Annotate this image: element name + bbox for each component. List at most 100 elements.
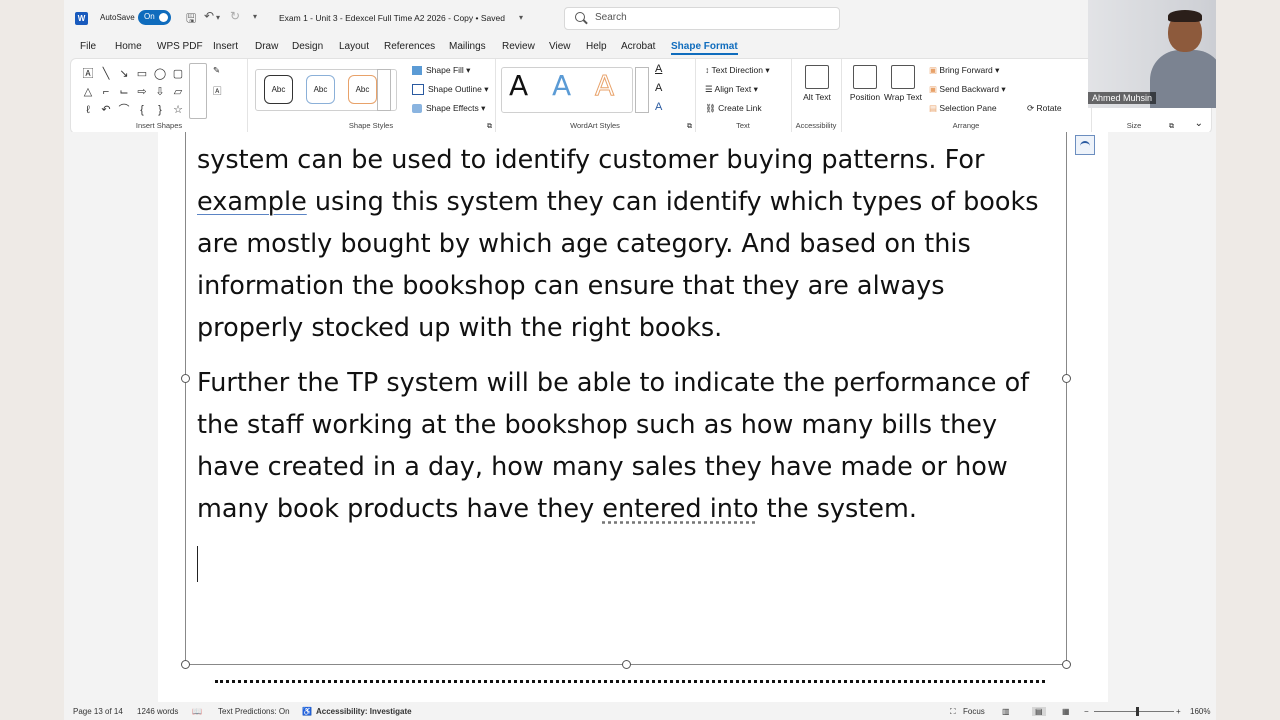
tab-view[interactable]: View [549,41,571,52]
zoom-level[interactable]: 160% [1190,707,1210,716]
line-shape-icon[interactable]: ╲ [97,65,115,83]
resize-handle-right[interactable] [1062,374,1071,383]
grammar-flag[interactable]: example [197,187,307,217]
shape-outline-button[interactable]: Shape Outline ▾ [412,84,489,96]
style-flag[interactable]: entered into [602,494,758,524]
undo-dropdown-icon[interactable]: ▾ [216,13,220,22]
tab-file[interactable]: File [80,41,96,52]
shape-gallery-more[interactable] [189,63,207,119]
text-effects-icon[interactable]: A [655,101,662,113]
rectangle-shape-icon[interactable]: ▭ [133,65,151,83]
left-brace-shape-icon[interactable]: { [133,101,151,119]
wordart-black[interactable]: A [509,69,528,102]
tab-acrobat[interactable]: Acrobat [621,41,655,52]
tab-insert[interactable]: Insert [213,41,238,52]
draw-text-box-icon[interactable]: 🄰 [213,85,222,97]
size-launcher-icon[interactable]: ⧉ [1169,123,1174,131]
tab-shape-format[interactable]: Shape Format [671,41,738,55]
wordart-orange[interactable]: A [594,69,614,103]
star-shape-icon[interactable]: ☆ [169,101,187,119]
down-arrow-shape-icon[interactable]: ⇩ [151,83,169,101]
shape-styles-gallery[interactable]: Abc Abc Abc [255,69,397,111]
print-layout-icon[interactable]: ▤ [1032,707,1046,716]
page-count[interactable]: Page 13 of 14 [73,707,123,716]
tab-references[interactable]: References [384,41,435,52]
read-mode-icon[interactable]: ▥ [1002,707,1010,716]
zoom-out-icon[interactable]: − [1084,707,1089,716]
rotate-button[interactable]: ⟳ Rotate [1027,103,1062,114]
tab-mailings[interactable]: Mailings [449,41,486,52]
text-outline-icon[interactable]: A [655,82,662,94]
paragraph-2[interactable]: Further the TP system will be able to in… [197,362,1057,530]
elbow-connector-shape-icon[interactable]: ⌐ [97,83,115,101]
text-fill-icon[interactable]: A [655,63,662,75]
zoom-slider-thumb[interactable] [1136,707,1139,716]
tab-help[interactable]: Help [586,41,607,52]
tab-draw[interactable]: Draw [255,41,278,52]
right-brace-shape-icon[interactable]: } [151,101,169,119]
alt-text-button[interactable]: Alt Text [797,65,837,102]
resize-handle-bottom-right[interactable] [1062,660,1071,669]
position-button[interactable]: Position [845,65,885,102]
triangle-shape-icon[interactable]: △ [79,83,97,101]
web-layout-icon[interactable]: ▦ [1062,707,1070,716]
tab-wps-pdf[interactable]: WPS PDF [157,41,203,52]
tab-home[interactable]: Home [115,41,142,52]
text-predictions[interactable]: Text Predictions: On [218,707,290,716]
proofing-icon[interactable]: 📖 [192,707,202,716]
focus-mode[interactable]: Focus [963,707,985,716]
wordart-blue[interactable]: A [552,69,571,102]
tab-layout[interactable]: Layout [339,41,369,52]
flowchart-shape-icon[interactable]: ▱ [169,83,187,101]
tab-review[interactable]: Review [502,41,535,52]
resize-handle-left[interactable] [181,374,190,383]
undo-icon[interactable]: ↶ [204,9,214,23]
rounded-rect-shape-icon[interactable]: ▢ [169,65,187,83]
resize-handle-bottom[interactable] [622,660,631,669]
text-direction-button[interactable]: ↕ Text Direction ▾ [705,65,770,76]
right-arrow-shape-icon[interactable]: ⇨ [133,83,151,101]
wordart-launcher-icon[interactable]: ⧉ [687,123,692,131]
shape-fill-button[interactable]: Shape Fill ▾ [412,65,470,76]
send-backward-button[interactable]: ▣ Send Backward ▾ [929,84,1006,95]
zoom-slider[interactable] [1094,711,1174,712]
save-icon[interactable]: 🖫 [186,9,196,30]
shape-styles-launcher-icon[interactable]: ⧉ [487,123,492,131]
zoom-in-icon[interactable]: + [1176,707,1181,716]
oval-shape-icon[interactable]: ◯ [151,65,169,83]
arc-shape-icon[interactable]: ⌒ [115,101,133,119]
redo-icon[interactable]: ↻ [230,9,240,23]
collapse-ribbon-icon[interactable]: ⌄ [1195,118,1203,129]
accessibility-status[interactable]: Accessibility: Investigate [316,707,412,716]
search-box[interactable]: Search [564,7,840,30]
resize-handle-bottom-left[interactable] [181,660,190,669]
shape-styles-more[interactable] [377,69,391,111]
create-link-button[interactable]: ⛓ Create Link [705,103,762,114]
edit-shape-icon[interactable]: ✎ [213,65,220,76]
layout-options-icon[interactable] [1075,135,1095,155]
curve-shape-icon[interactable]: ↶ [97,101,115,119]
shape-style-3[interactable]: Abc [348,75,377,104]
arrow-line-shape-icon[interactable]: ↘ [115,65,133,83]
tab-design[interactable]: Design [292,41,323,52]
text-box-shape-icon[interactable]: 🄰 [79,65,97,83]
shape-gallery[interactable]: 🄰 ╲ ↘ ▭ ◯ ▢ △ ⌐ ⌙ ⇨ ⇩ ▱ ℓ ↶ ⌒ { } ☆ [79,65,191,119]
customize-qat-icon[interactable]: ▾ [253,12,257,21]
shape-style-2[interactable]: Abc [306,75,335,104]
focus-icon[interactable]: ⛶ [950,707,956,717]
word-count[interactable]: 1246 words [137,707,178,716]
align-text-button[interactable]: ☰ Align Text ▾ [705,84,758,95]
elbow-arrow-shape-icon[interactable]: ⌙ [115,83,133,101]
wordart-more[interactable] [635,67,649,113]
text-box[interactable]: system can be used to identify customer … [181,132,1071,669]
freeform-shape-icon[interactable]: ℓ [79,101,97,119]
document-title[interactable]: Exam 1 - Unit 3 - Edexcel Full Time A2 2… [279,13,505,23]
selection-pane-button[interactable]: ▤ Selection Pane [929,103,997,114]
shape-effects-button[interactable]: Shape Effects ▾ [412,103,485,114]
title-dropdown-icon[interactable]: ▾ [519,13,523,22]
wrap-text-button[interactable]: Wrap Text [883,65,923,102]
shape-style-1[interactable]: Abc [264,75,293,104]
autosave-toggle[interactable]: On [138,10,171,25]
paragraph-1[interactable]: system can be used to identify customer … [197,139,1057,349]
bring-forward-button[interactable]: ▣ Bring Forward ▾ [929,65,999,76]
